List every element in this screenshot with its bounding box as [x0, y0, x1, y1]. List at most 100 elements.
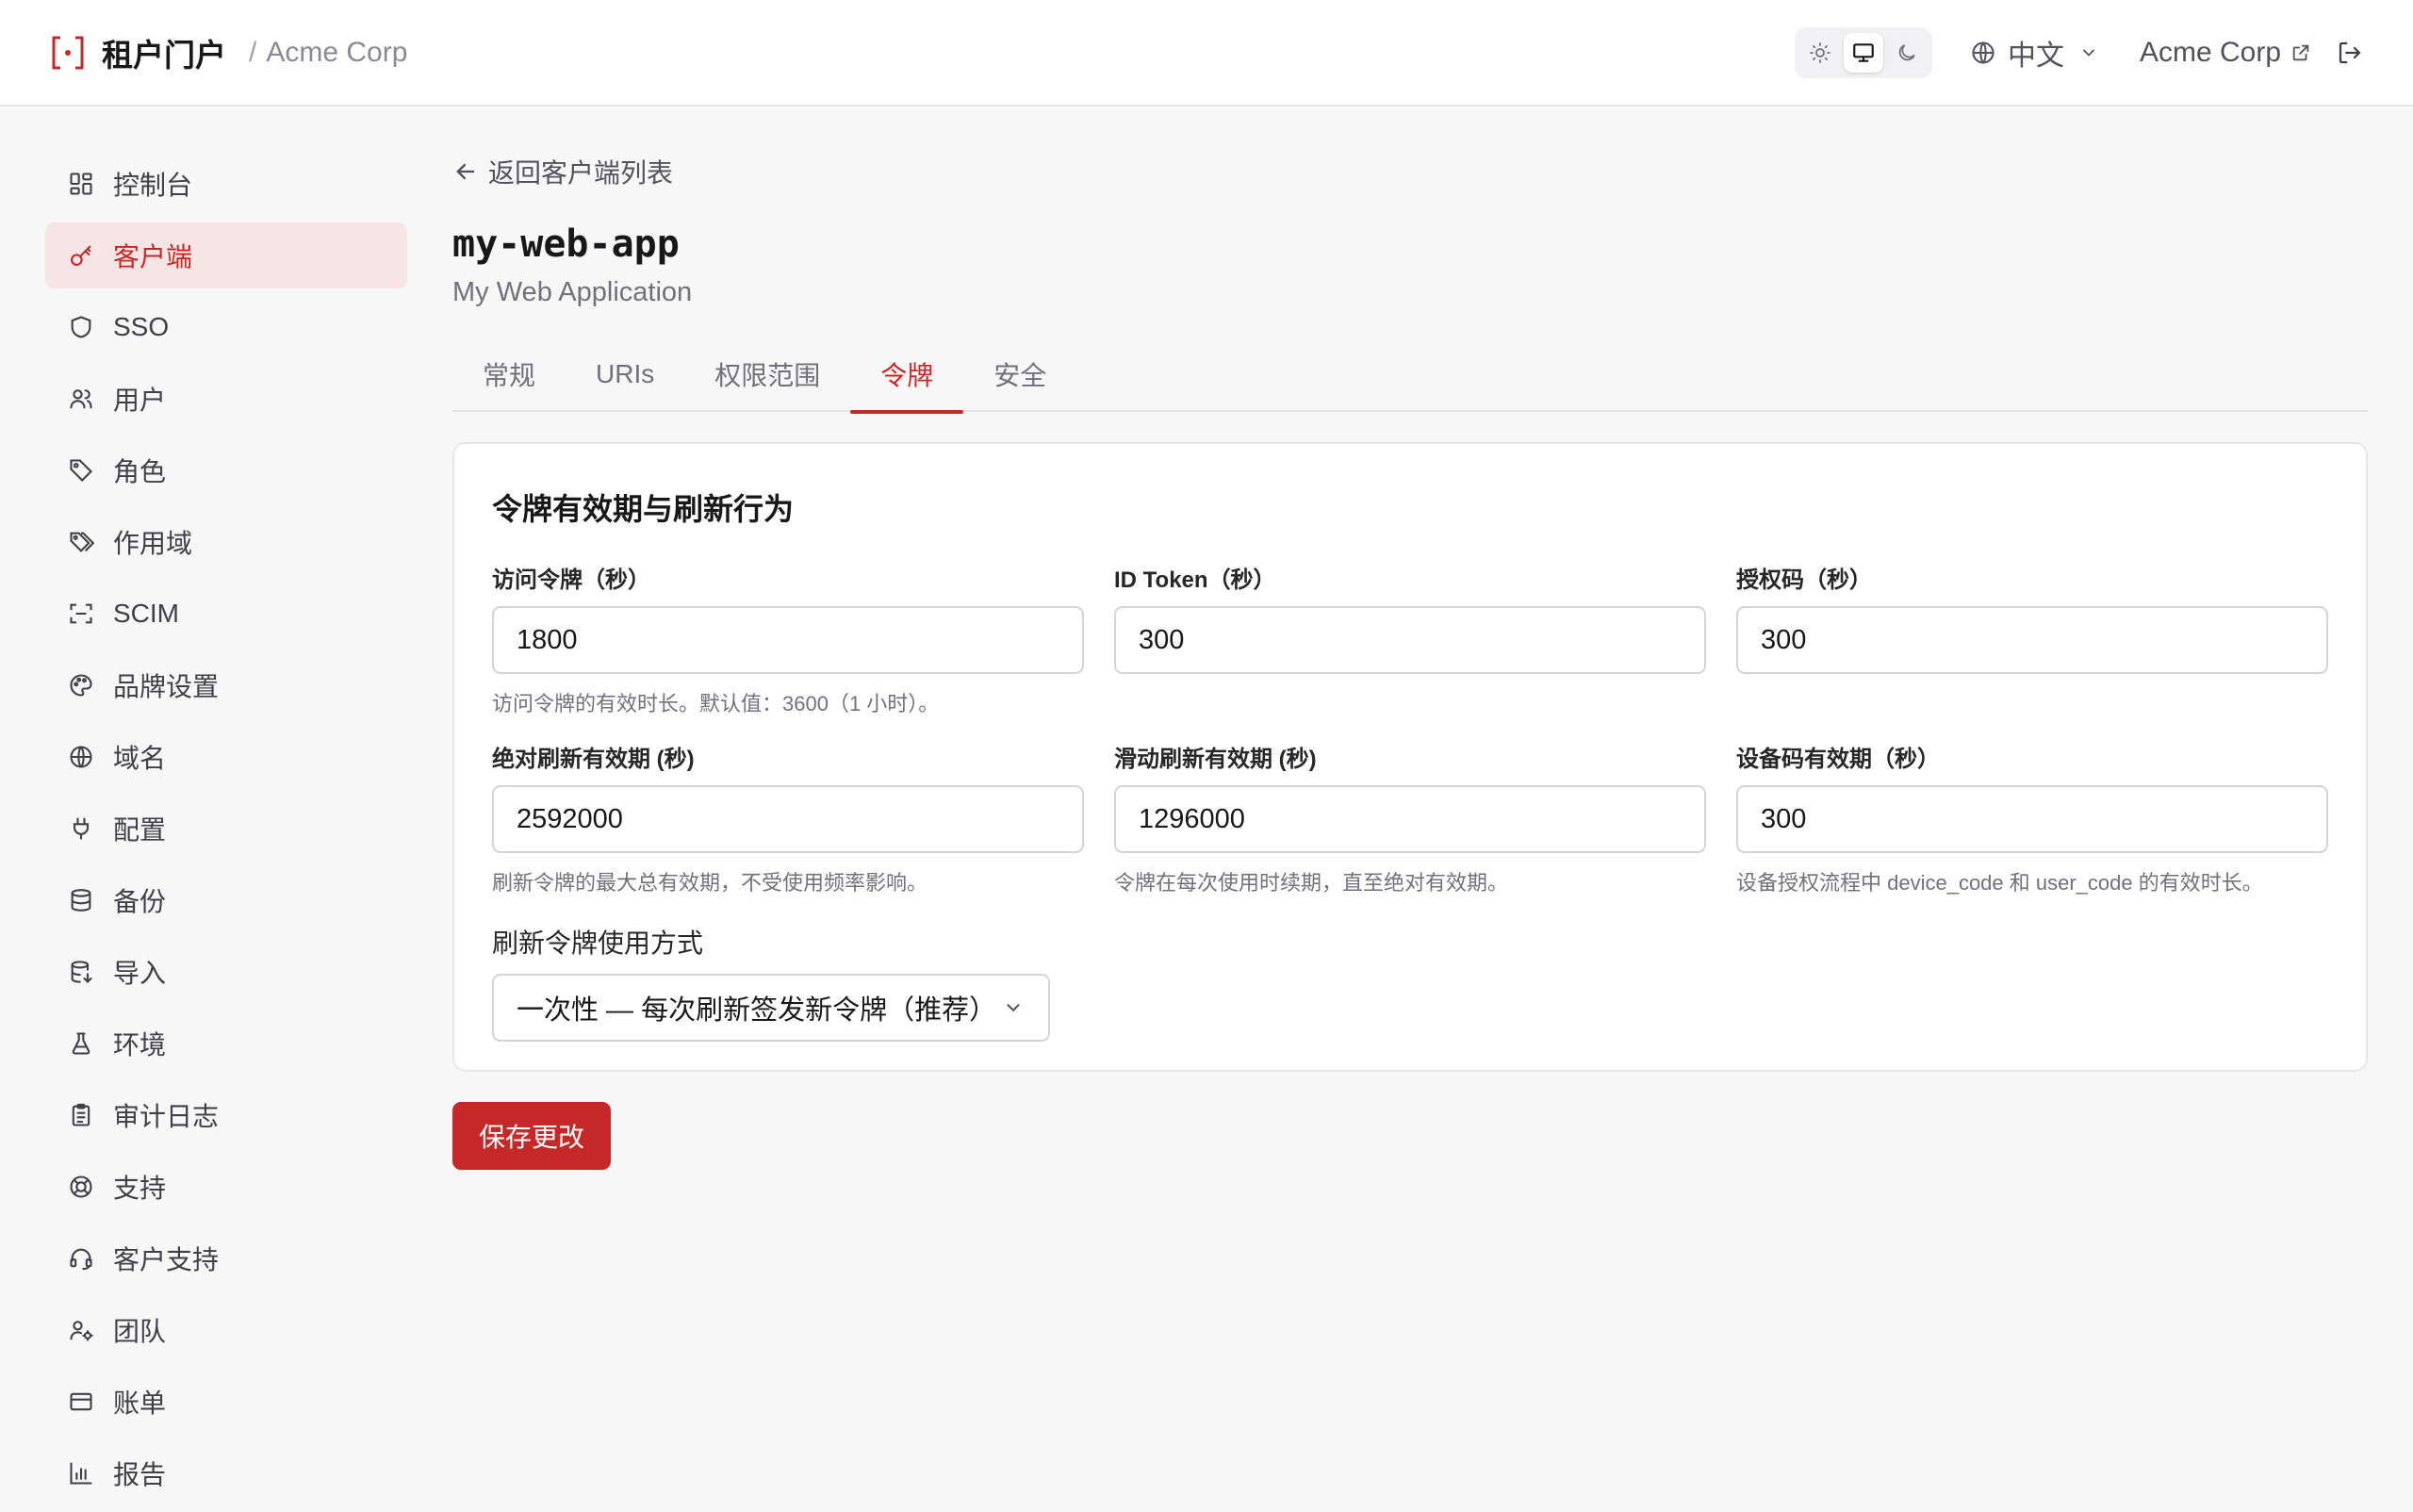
field-label: 绝对刷新有效期 (秒): [492, 747, 695, 772]
chevron-down-icon: [2083, 49, 2094, 57]
tab-bar: 常规 URIs 权限范围 令牌 安全: [452, 337, 2368, 414]
sidebar-item-import[interactable]: 导入: [45, 939, 407, 1005]
back-to-clients-link[interactable]: 返回客户端列表: [452, 151, 2368, 192]
tab-scopes[interactable]: 权限范围: [684, 337, 850, 412]
card-title: 令牌有效期与刷新行为: [492, 492, 795, 526]
sidebar-item-clients[interactable]: 客户端: [45, 222, 407, 288]
lifebuoy-icon: [66, 1172, 96, 1202]
sidebar-item-label: 账单: [113, 1389, 167, 1418]
database-import-icon: [66, 957, 96, 987]
sidebar-item-label: 报告: [113, 1460, 167, 1489]
sidebar-item-billing[interactable]: 账单: [45, 1369, 407, 1435]
absolute-refresh-field-group: 绝对刷新有效期 (秒) 2592000 刷新令牌的最大总有效期，不受使用频率影响…: [492, 740, 1084, 919]
monitor-icon: [1853, 42, 1874, 62]
refresh-usage-select[interactable]: 一次性 — 每次刷新签发新令牌（推荐）: [492, 974, 1050, 1042]
tenant-name: Acme Corp: [2139, 36, 2281, 68]
flask-icon: [66, 1028, 96, 1059]
sidebar-item-backup[interactable]: 备份: [45, 867, 407, 933]
id-token-input[interactable]: 300: [1114, 606, 1706, 674]
sidebar-item-label: 审计日志: [113, 1102, 220, 1131]
database-icon: [66, 885, 96, 915]
sidebar-item-label: 角色: [113, 457, 167, 486]
theme-light-button[interactable]: [1800, 33, 1840, 73]
logout-button[interactable]: [2336, 39, 2364, 67]
tab-general[interactable]: 常规: [452, 337, 566, 412]
bracket-logo-icon: [52, 36, 84, 69]
field-help: 设备授权流程中 device_code 和 user_code 的有效时长。: [1736, 871, 2263, 895]
sidebar: 控制台 客户端 SSO 用户 角色 作用域 SCIM 品牌设置 域名 配置 备份…: [45, 151, 407, 1512]
tags-icon: [66, 527, 96, 557]
token-settings-card: 令牌有效期与刷新行为 访问令牌（秒） 1800 访问令牌的有效时长。默认值：36…: [452, 442, 2368, 1072]
sidebar-item-scim[interactable]: SCIM: [45, 581, 407, 647]
field-label: 设备码有效期（秒）: [1736, 747, 1940, 772]
sidebar-item-label: 备份: [113, 887, 167, 916]
sidebar-item-reports[interactable]: 报告: [45, 1440, 407, 1506]
absolute-refresh-input[interactable]: 2592000: [492, 785, 1084, 853]
field-label: 滑动刷新有效期 (秒): [1114, 747, 1317, 772]
sidebar-item-audit-log[interactable]: 审计日志: [45, 1082, 407, 1148]
sidebar-item-label: 导入: [113, 959, 167, 988]
sidebar-item-dashboard[interactable]: 控制台: [45, 151, 407, 217]
sliding-refresh-input[interactable]: 1296000: [1114, 785, 1706, 853]
theme-system-button[interactable]: [1843, 32, 1883, 73]
sidebar-item-config[interactable]: 配置: [45, 796, 407, 862]
device-code-input[interactable]: 300: [1736, 785, 2328, 853]
field-help: 刷新令牌的最大总有效期，不受使用频率影响。: [492, 871, 928, 895]
sidebar-item-customer-support[interactable]: 客户支持: [45, 1225, 407, 1291]
save-changes-button[interactable]: 保存更改: [452, 1102, 611, 1170]
brand-separator: /: [249, 36, 257, 68]
sidebar-item-domains[interactable]: 域名: [45, 724, 407, 790]
token-fields-grid: 访问令牌（秒） 1800 访问令牌的有效时长。默认值：3600（1 小时）。 I…: [492, 561, 2328, 919]
tag-icon: [66, 455, 96, 485]
sidebar-item-branding[interactable]: 品牌设置: [45, 652, 407, 718]
auth-code-input[interactable]: 300: [1736, 606, 2328, 674]
language-selector[interactable]: 中文: [1970, 32, 2098, 74]
access-token-input[interactable]: 1800: [492, 606, 1084, 674]
scan-icon: [66, 599, 96, 629]
headset-icon: [66, 1243, 96, 1274]
org-name: Acme Corp: [266, 36, 408, 68]
field-label: ID Token（秒）: [1114, 567, 1276, 593]
sidebar-item-team[interactable]: 团队: [45, 1297, 407, 1363]
sidebar-item-environments[interactable]: 环境: [45, 1011, 407, 1076]
sun-icon: [1810, 41, 1830, 63]
tab-uris[interactable]: URIs: [566, 337, 684, 412]
sidebar-item-label: 用户: [113, 386, 167, 415]
brand-name: 租户门户: [102, 37, 226, 73]
field-help: 访问令牌的有效时长。默认值：3600（1 小时）。: [492, 692, 940, 715]
tab-security[interactable]: 安全: [963, 337, 1076, 412]
refresh-usage-field-group: 刷新令牌使用方式 一次性 — 每次刷新签发新令牌（推荐）: [492, 923, 2328, 1042]
field-label: 访问令牌（秒）: [492, 567, 650, 593]
theme-dark-button[interactable]: [1887, 33, 1927, 73]
sidebar-item-sso[interactable]: SSO: [45, 294, 407, 360]
moon-icon: [1898, 43, 1915, 60]
page-title: my-web-app: [452, 222, 680, 266]
tenant-link[interactable]: Acme Corp: [2140, 37, 2311, 69]
device-code-field-group: 设备码有效期（秒） 300 设备授权流程中 device_code 和 user…: [1736, 740, 2328, 919]
refresh-usage-selected: 一次性 — 每次刷新签发新令牌（推荐）: [517, 995, 997, 1026]
shield-icon: [66, 312, 96, 342]
field-label: 授权码（秒）: [1736, 567, 1872, 593]
theme-toggle: [1794, 26, 1932, 78]
clipboard-icon: [66, 1100, 96, 1130]
sidebar-item-label: 控制台: [113, 171, 193, 200]
header-actions: 中文 Acme Corp: [1794, 26, 2364, 78]
sidebar-item-label: 支持: [113, 1174, 167, 1203]
dashboard-icon: [66, 169, 96, 199]
sidebar-item-label: SCIM: [113, 599, 179, 628]
external-link-icon: [2292, 44, 2309, 60]
sidebar-item-support[interactable]: 支持: [45, 1154, 407, 1220]
palette-icon: [66, 670, 96, 700]
sidebar-item-label: 品牌设置: [113, 672, 220, 701]
user-cog-icon: [66, 1315, 96, 1345]
sidebar-item-label: 域名: [113, 744, 167, 773]
plug-icon: [66, 814, 96, 844]
field-help: 令牌在每次使用时续期，直至绝对有效期。: [1114, 871, 1509, 895]
brand[interactable]: 租户门户 / Acme Corp: [49, 30, 407, 75]
access-token-field-group: 访问令牌（秒） 1800 访问令牌的有效时长。默认值：3600（1 小时）。: [492, 561, 1084, 740]
sidebar-item-users[interactable]: 用户: [45, 366, 407, 432]
tab-tokens[interactable]: 令牌: [850, 337, 964, 414]
sidebar-item-scopes[interactable]: 作用域: [45, 509, 407, 575]
sidebar-item-roles[interactable]: 角色: [45, 437, 407, 503]
main-content: 返回客户端列表 my-web-app My Web Application 常规…: [452, 151, 2368, 1170]
